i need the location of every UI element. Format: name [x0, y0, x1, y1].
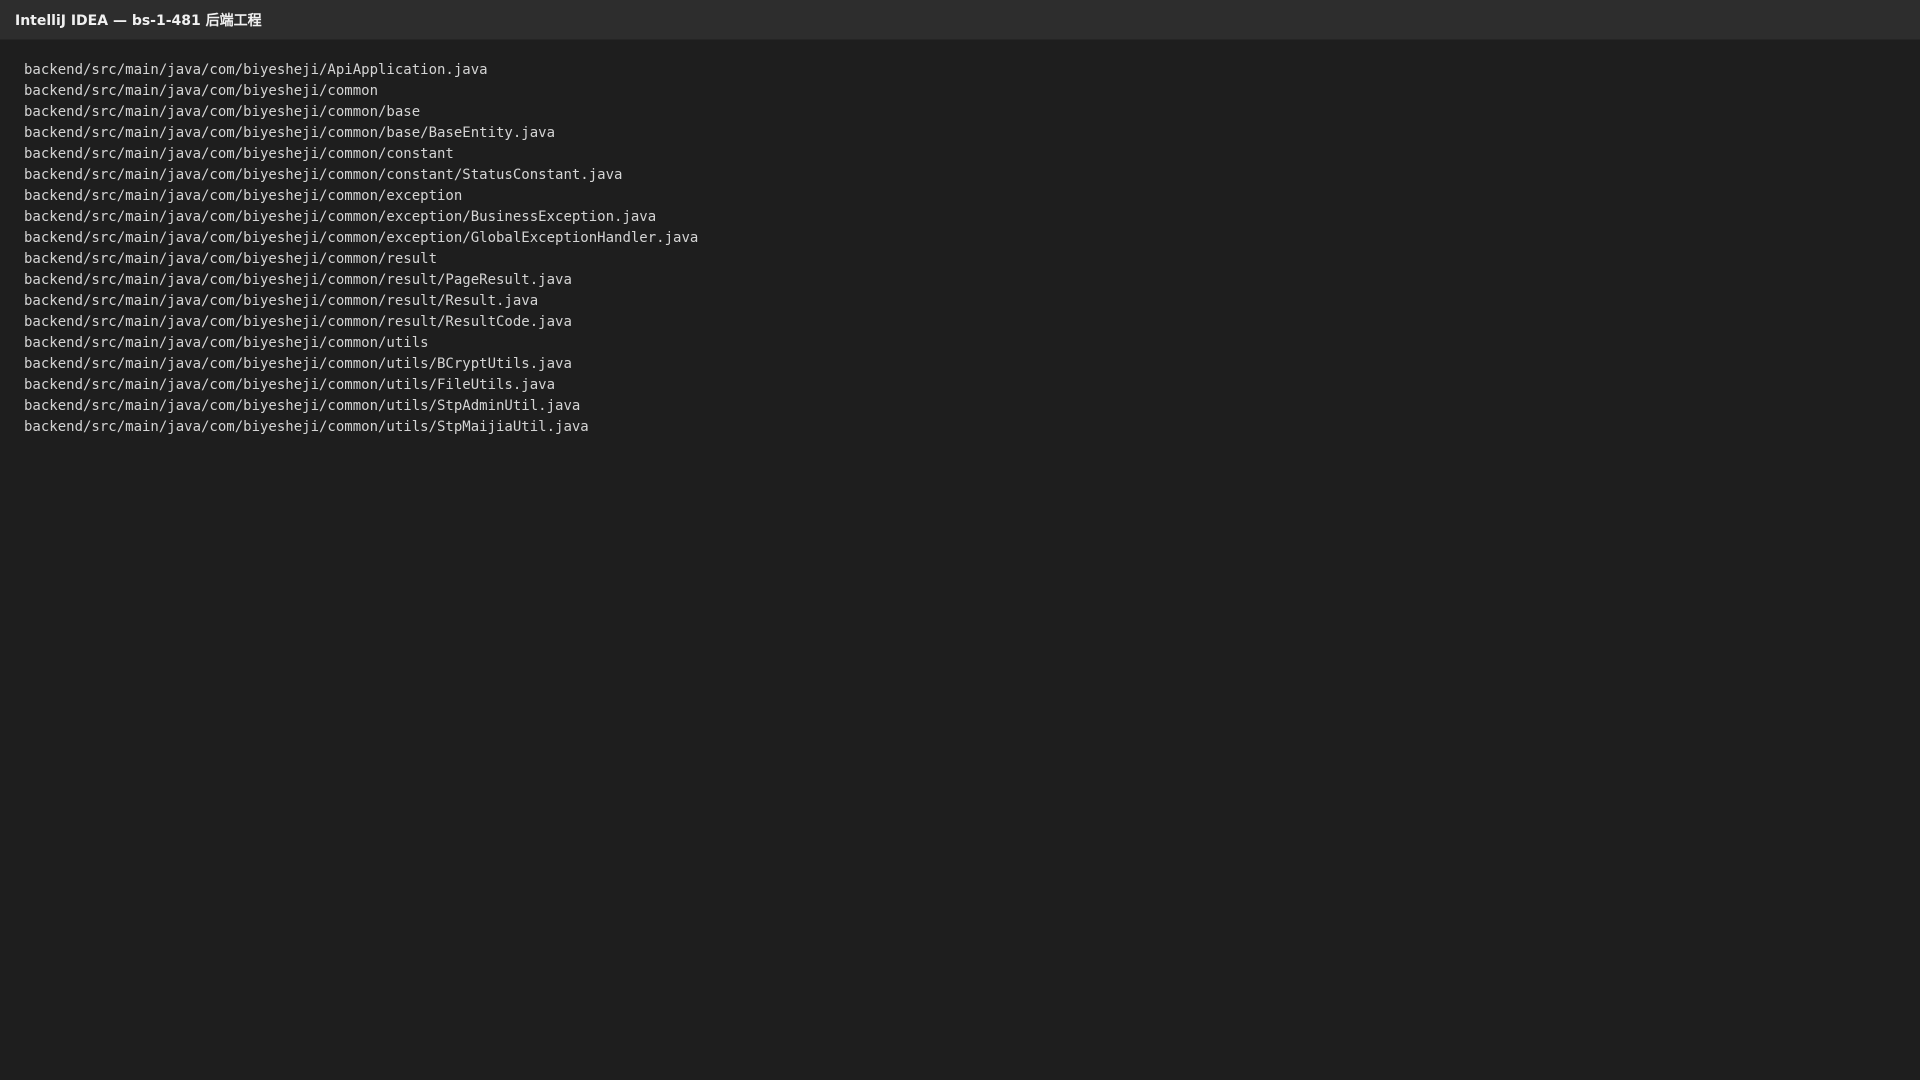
- ide-window: IntelliJ IDEA — bs-1-481 后端工程 backend/sr…: [0, 0, 1920, 1080]
- title-bar: IntelliJ IDEA — bs-1-481 后端工程: [0, 0, 1920, 40]
- file-path-line: backend/src/main/java/com/biyesheji/comm…: [24, 419, 589, 435]
- file-path-line: backend/src/main/java/com/biyesheji/comm…: [24, 83, 379, 99]
- file-path-line: backend/src/main/java/com/biyesheji/comm…: [24, 104, 421, 120]
- file-path-list: backend/src/main/java/com/biyesheji/ApiA…: [24, 60, 1920, 438]
- output-panel: backend/src/main/java/com/biyesheji/ApiA…: [0, 40, 1920, 438]
- file-path-line: backend/src/main/java/com/biyesheji/comm…: [24, 272, 572, 288]
- file-path-line: backend/src/main/java/com/biyesheji/comm…: [24, 188, 463, 204]
- file-path-line: backend/src/main/java/com/biyesheji/comm…: [24, 314, 572, 330]
- file-path-line: backend/src/main/java/com/biyesheji/comm…: [24, 251, 438, 267]
- window-title: IntelliJ IDEA — bs-1-481 后端工程: [15, 12, 262, 29]
- file-path-line: backend/src/main/java/com/biyesheji/comm…: [24, 209, 657, 225]
- file-path-line: backend/src/main/java/com/biyesheji/comm…: [24, 167, 623, 183]
- file-path-line: backend/src/main/java/com/biyesheji/comm…: [24, 377, 556, 393]
- file-path-line: backend/src/main/java/com/biyesheji/comm…: [24, 230, 699, 246]
- file-path-line: backend/src/main/java/com/biyesheji/comm…: [24, 146, 454, 162]
- file-path-line: backend/src/main/java/com/biyesheji/ApiA…: [24, 62, 488, 78]
- file-path-line: backend/src/main/java/com/biyesheji/comm…: [24, 356, 572, 372]
- file-path-line: backend/src/main/java/com/biyesheji/comm…: [24, 125, 556, 141]
- file-path-line: backend/src/main/java/com/biyesheji/comm…: [24, 398, 581, 414]
- file-path-line: backend/src/main/java/com/biyesheji/comm…: [24, 293, 539, 309]
- file-path-line: backend/src/main/java/com/biyesheji/comm…: [24, 335, 429, 351]
